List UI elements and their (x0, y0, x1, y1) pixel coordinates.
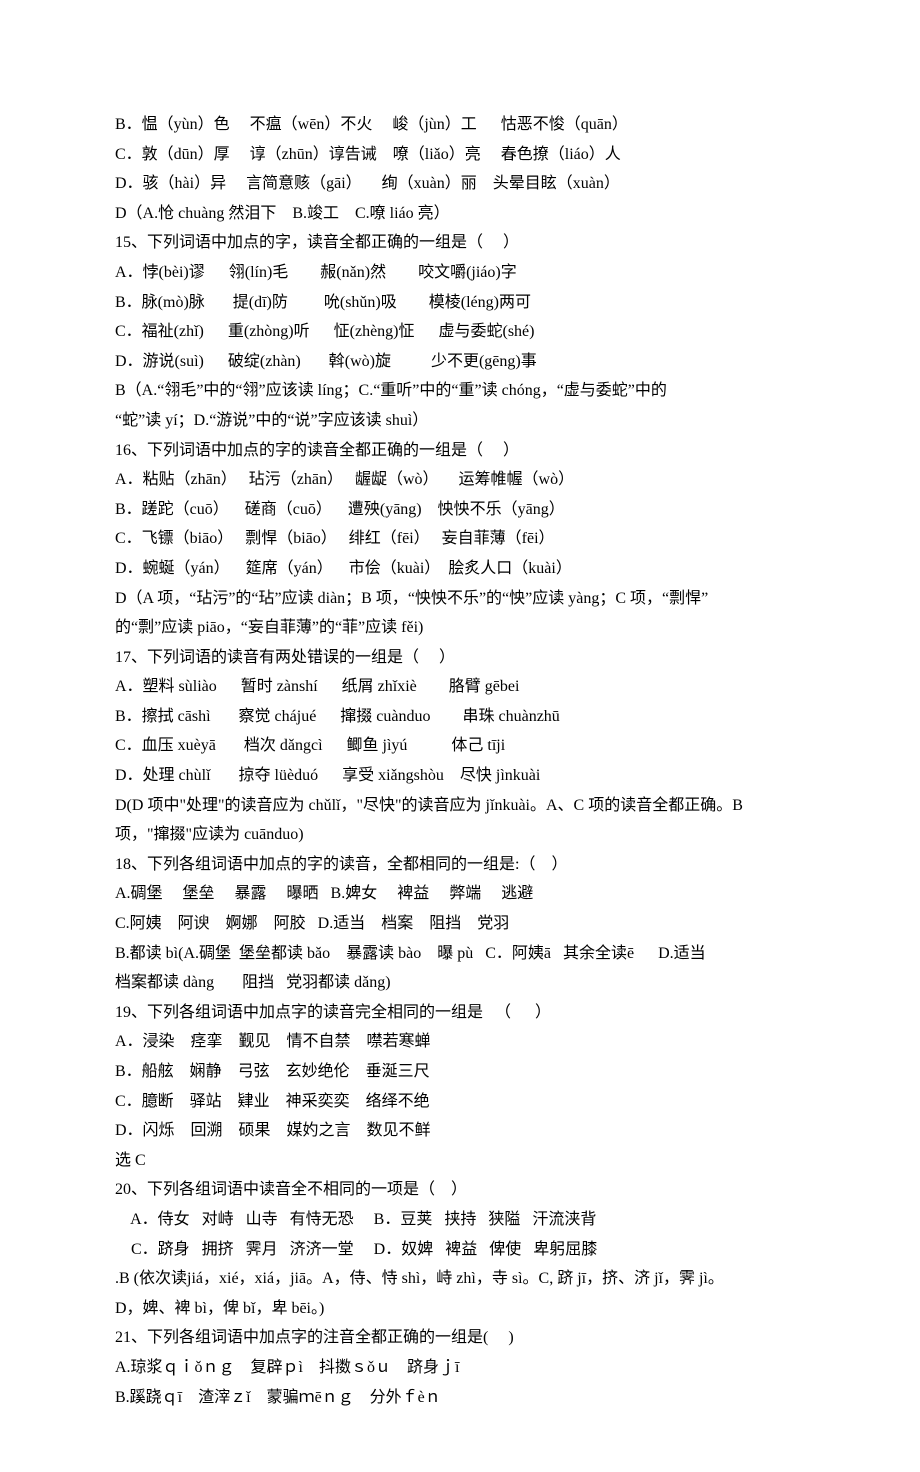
text-line: C．飞镖（biāo） 剽悍（biāo） 绯红（fēi） 妄自菲薄（fēi） (115, 524, 810, 554)
text-line: C.阿姨 阿谀 婀娜 阿胶 D.适当 档案 阻挡 党羽 (115, 909, 810, 939)
text-line: C．血压 xuèyā 档次 dǎngcì 鲫鱼 jìyú 体己 tīji (115, 731, 810, 761)
text-line: B．擦拭 cāshì 察觉 chájué 撺掇 cuànduo 串珠 chuàn… (115, 702, 810, 732)
text-line: 项，"撺掇"应读为 cuānduo) (115, 820, 810, 850)
text-line: B．愠（yùn）色 不瘟（wēn）不火 峻（jùn）工 怙恶不悛（quān） (115, 110, 810, 140)
text-line: B．船舷 娴静 弓弦 玄妙绝伦 垂涎三尺 (115, 1057, 810, 1087)
text-line: 的“剽”应读 piāo，“妄自菲薄”的“菲”应读 fěi) (115, 613, 810, 643)
text-line: A．悖(bèi)谬 翎(lín)毛 赧(nǎn)然 咬文嚼(jiáo)字 (115, 258, 810, 288)
document-page: B．愠（yùn）色 不瘟（wēn）不火 峻（jùn）工 怙恶不悛（quān） C… (0, 0, 920, 1472)
text-line: 18、下列各组词语中加点的字的读音，全都相同的一组是:（ ） (115, 850, 810, 880)
text-line: A．粘贴（zhān） 玷污（zhān） 龌龊（wò） 运筹帷幄（wò） (115, 465, 810, 495)
text-line: 15、下列词语中加点的字，读音全都正确的一组是（ ） (115, 228, 810, 258)
text-line: 19、下列各组词语中加点字的读音完全相同的一组是 （ ） (115, 998, 810, 1028)
text-line: D．闪烁 回溯 硕果 媒妁之言 数见不鲜 (115, 1116, 810, 1146)
text-line: B.蹊跷ｑī 渣滓ｚǐ 蒙骗ｍēｎｇ 分外ｆèｎ (115, 1383, 810, 1413)
text-line: D，婢、裨 bì，俾 bǐ，卑 bēi。) (115, 1294, 810, 1324)
text-line: B．蹉跎（cuō） 磋商（cuō） 遭殃(yāng) 怏怏不乐（yāng） (115, 495, 810, 525)
text-line: D(D 项中"处理"的读音应为 chǔlǐ，"尽快"的读音应为 jǐnkuài。… (115, 791, 810, 821)
text-line: D．游说(suì) 破绽(zhàn) 斡(wò)旋 少不更(gēng)事 (115, 347, 810, 377)
text-line: C．敦（dūn）厚 谆（zhūn）谆告诫 嘹（liǎo）亮 春色撩（liáo）人 (115, 140, 810, 170)
text-line: 16、下列词语中加点的字的读音全都正确的一组是（ ） (115, 436, 810, 466)
text-line: C．跻身 拥挤 霁月 济济一堂 D．奴婢 裨益 俾使 卑躬屈膝 (115, 1235, 810, 1265)
text-line: A.碉堡 堡垒 暴露 曝晒 B.婢女 裨益 弊端 逃避 (115, 879, 810, 909)
text-line: “蛇”读 yí；D.“游说”中的“说”字应该读 shuì） (115, 406, 810, 436)
text-line: D．骇（hài）异 言简意赅（gāi） 绚（xuàn）丽 头晕目眩（xuàn） (115, 169, 810, 199)
text-line: D．蜿蜒（yán） 筵席（yán） 市侩（kuài） 脍炙人口（kuài） (115, 554, 810, 584)
text-line: 20、下列各组词语中读音全不相同的一项是（ ） (115, 1175, 810, 1205)
text-line: B．脉(mò)脉 提(dī)防 吮(shǔn)吸 模棱(léng)两可 (115, 288, 810, 318)
text-line: C．福祉(zhǐ) 重(zhòng)听 怔(zhèng)怔 虚与委蛇(shé) (115, 317, 810, 347)
text-line: C．臆断 驿站 肄业 神采奕奕 络绎不绝 (115, 1087, 810, 1117)
text-line: 选 C (115, 1146, 810, 1176)
text-line: A．浸染 痉挛 觐见 情不自禁 噤若寒蝉 (115, 1027, 810, 1057)
text-line: A.琼浆ｑｉǒｎｇ 复辟ｐì 抖擞ｓǒｕ 跻身ｊī (115, 1353, 810, 1383)
text-line: D（A 项，“玷污”的“玷”应读 diàn；B 项，“怏怏不乐”的“怏”应读 y… (115, 584, 810, 614)
text-line: A．塑料 sùliào 暂时 zànshí 纸屑 zhǐxiè 胳臂 gēbei (115, 672, 810, 702)
text-line: B.都读 bì(A.碉堡 堡垒都读 bǎo 暴露读 bào 曝 pù C．阿姨ā… (115, 939, 810, 969)
text-line: D（A.怆 chuàng 然泪下 B.竣工 C.嘹 liáo 亮） (115, 199, 810, 229)
text-line: B（A.“翎毛”中的“翎”应该读 líng；C.“重听”中的“重”读 chóng… (115, 376, 810, 406)
text-line: A．侍女 对峙 山寺 有恃无恐 B．豆荚 挟持 狭隘 汗流浃背 (115, 1205, 810, 1235)
text-line: .B (依次读jiá，xié，xiá，jiā。A，侍、恃 shì，峙 zhì，寺… (115, 1264, 810, 1294)
text-line: 17、下列词语的读音有两处错误的一组是（ ） (115, 643, 810, 673)
text-line: 21、下列各组词语中加点字的注音全都正确的一组是( ) (115, 1323, 810, 1353)
text-line: 档案都读 dàng 阻挡 党羽都读 dǎng) (115, 968, 810, 998)
text-line: D．处理 chùlǐ 掠夺 lüèduó 享受 xiǎngshòu 尽快 jìn… (115, 761, 810, 791)
